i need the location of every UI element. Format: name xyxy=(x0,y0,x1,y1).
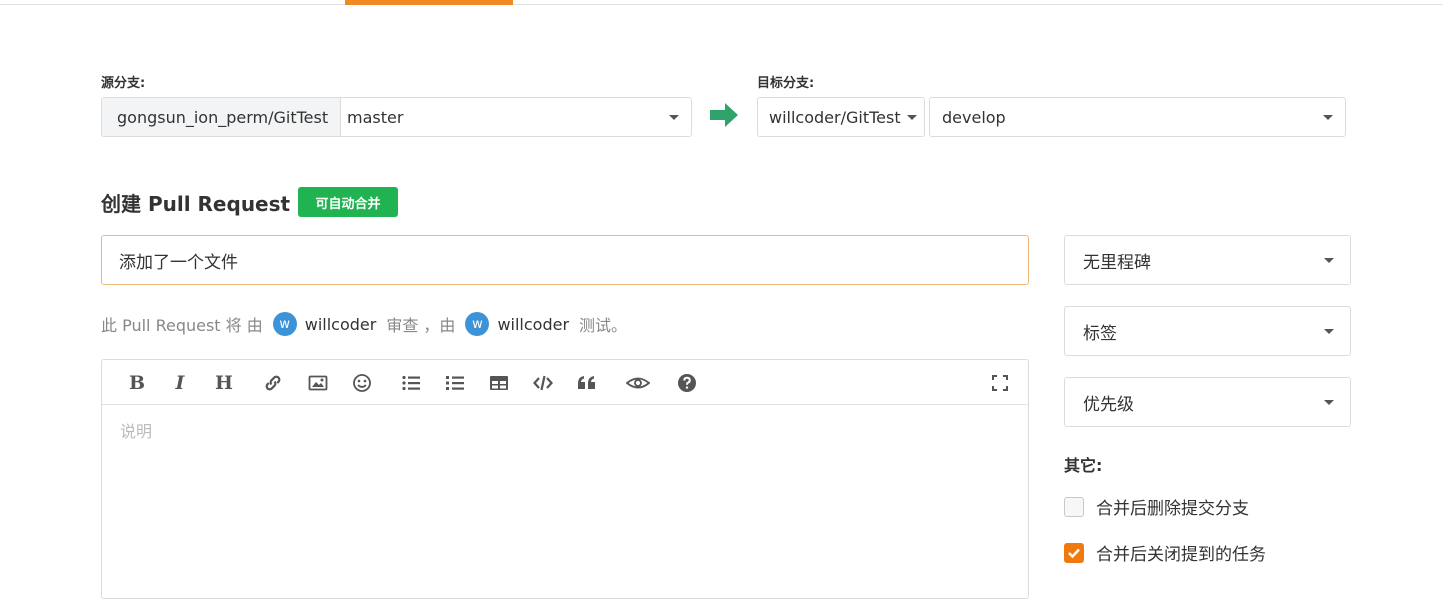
quote-icon[interactable] xyxy=(576,372,598,394)
preview-icon[interactable] xyxy=(625,372,651,394)
fullscreen-icon[interactable] xyxy=(989,372,1011,394)
bold-icon[interactable]: B xyxy=(126,372,148,394)
checkmark-icon xyxy=(1068,548,1080,558)
tab-bar-border xyxy=(0,4,1443,5)
chevron-down-icon xyxy=(906,114,917,120)
chevron-down-icon xyxy=(1323,114,1333,120)
description-input[interactable]: 说明 xyxy=(120,418,152,442)
review-suffix: 测试。 xyxy=(579,316,628,335)
chevron-down-icon xyxy=(1324,399,1334,405)
milestone-dropdown[interactable]: 无里程碑 xyxy=(1064,235,1351,285)
option-delete-branch[interactable]: 合并后删除提交分支 xyxy=(1064,494,1249,519)
avatar[interactable]: w xyxy=(272,312,297,336)
reviewer-info: 此 Pull Request 将 由 w willcoder 审查 ，由 w w… xyxy=(101,311,627,337)
pr-title-value: 添加了一个文件 xyxy=(119,252,238,273)
labels-dropdown[interactable]: 标签 xyxy=(1064,306,1351,356)
target-repo-value: willcoder/GitTest xyxy=(769,107,901,127)
review-mid: 审查 ，由 xyxy=(386,316,456,335)
source-branch-value: master xyxy=(347,107,404,127)
chevron-down-icon xyxy=(669,114,679,120)
arrow-right-icon xyxy=(710,103,738,127)
priority-dropdown[interactable]: 优先级 xyxy=(1064,377,1351,427)
target-branch-dropdown[interactable]: develop xyxy=(929,97,1346,137)
delete-branch-checkbox[interactable] xyxy=(1064,496,1084,517)
source-branch-dropdown[interactable]: master xyxy=(341,98,691,136)
ordered-list-icon[interactable] xyxy=(444,372,466,394)
image-icon[interactable] xyxy=(307,372,329,394)
page-title: 创建 Pull Request xyxy=(101,192,291,216)
avatar[interactable]: w xyxy=(465,312,490,336)
heading-icon[interactable]: H xyxy=(213,372,235,394)
reviewer-link[interactable]: willcoder xyxy=(305,315,377,334)
help-icon[interactable] xyxy=(676,372,698,394)
source-branch-selector: gongsun_ion_perm/GitTest master xyxy=(101,97,692,137)
description-editor: B I H 说明 xyxy=(101,359,1029,599)
code-icon[interactable] xyxy=(532,372,554,394)
source-branch-label: 源分支: xyxy=(101,76,146,91)
link-icon[interactable] xyxy=(262,372,284,394)
source-repo: gongsun_ion_perm/GitTest xyxy=(102,98,341,136)
option-label: 合并后关闭提到的任务 xyxy=(1096,545,1266,565)
pr-title-input[interactable]: 添加了一个文件 xyxy=(101,235,1029,285)
chevron-down-icon xyxy=(1324,328,1334,334)
target-branch-value: develop xyxy=(942,107,1006,127)
priority-value: 优先级 xyxy=(1083,394,1134,415)
chevron-down-icon xyxy=(1324,257,1334,263)
milestone-value: 无里程碑 xyxy=(1083,252,1151,273)
close-issues-checkbox[interactable] xyxy=(1064,542,1084,563)
target-branch-label: 目标分支: xyxy=(757,76,815,91)
review-prefix: 此 Pull Request 将 由 xyxy=(101,316,263,335)
italic-icon[interactable]: I xyxy=(169,372,191,394)
unordered-list-icon[interactable] xyxy=(400,372,422,394)
other-options-label: 其它: xyxy=(1064,456,1103,475)
tester-link[interactable]: willcoder xyxy=(497,315,569,334)
active-tab-indicator xyxy=(345,0,513,5)
option-label: 合并后删除提交分支 xyxy=(1096,499,1249,519)
editor-toolbar: B I H xyxy=(102,360,1028,405)
option-close-issues[interactable]: 合并后关闭提到的任务 xyxy=(1064,540,1266,565)
emoji-icon[interactable] xyxy=(351,372,373,394)
mergeable-badge: 可自动合并 xyxy=(298,187,398,217)
labels-value: 标签 xyxy=(1083,323,1117,344)
table-icon[interactable] xyxy=(488,372,510,394)
target-repo-dropdown[interactable]: willcoder/GitTest xyxy=(757,97,925,137)
